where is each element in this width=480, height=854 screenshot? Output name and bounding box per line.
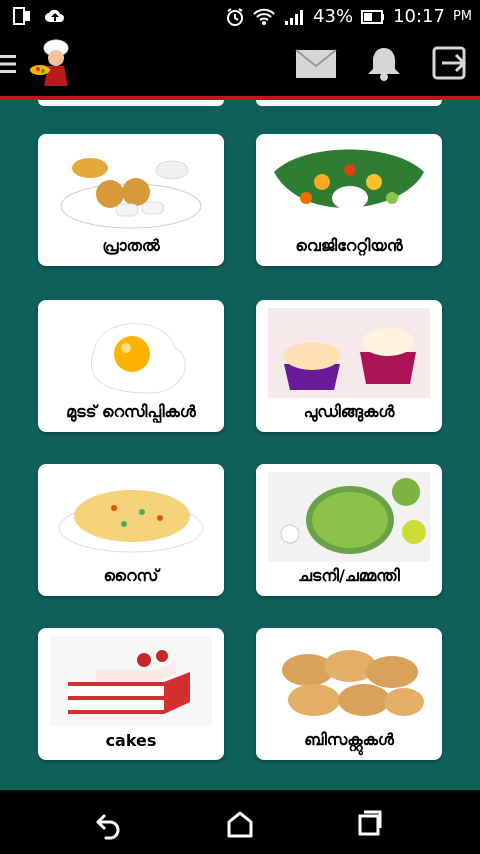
category-label: പ്രാതൽ xyxy=(102,236,160,255)
cookies-image xyxy=(282,650,424,716)
battery-percent: 43% xyxy=(313,6,354,27)
category-card-pudding[interactable]: പുഡിങ്ങുകൾ xyxy=(256,300,442,432)
category-label: മുടട് റെസിപ്പികൾ xyxy=(66,402,196,421)
hamburger-icon[interactable] xyxy=(0,52,16,76)
chef-logo xyxy=(30,39,69,86)
category-card-egg[interactable]: മുടട് റെസിപ്പികൾ xyxy=(38,300,224,432)
status-left-icons xyxy=(12,6,66,26)
category-card-breakfast[interactable]: പ്രാതൽ xyxy=(38,134,224,266)
wifi-icon xyxy=(253,8,275,25)
category-card-rice[interactable]: റൈസ് xyxy=(38,464,224,596)
category-card-chutney[interactable]: ചടനി/ചമ്മന്തി xyxy=(256,464,442,596)
category-label: cakes xyxy=(105,731,157,750)
layer-cake-image xyxy=(50,636,212,726)
battery-icon xyxy=(361,9,385,24)
signal-icon xyxy=(285,9,304,25)
screen-mirror-icon xyxy=(13,7,30,25)
status-bar: 43% 10:17 PM xyxy=(0,0,480,34)
android-nav-bar xyxy=(0,790,480,854)
category-label: ചടനി/ചമ്മന്തി xyxy=(298,566,400,585)
category-card-biscuits[interactable]: ബിസക്റ്റുകൾ xyxy=(256,628,442,760)
category-label: റൈസ് xyxy=(103,566,159,585)
pudding-dessert-image xyxy=(268,308,430,398)
recent-apps-icon[interactable] xyxy=(352,806,386,840)
home-icon[interactable] xyxy=(223,806,257,840)
status-ampm: PM xyxy=(452,9,472,24)
category-label: വെജിറേറ്റിയൻ xyxy=(295,236,403,255)
status-time: 10:17 xyxy=(393,6,445,27)
category-label: ബിസക്റ്റുകൾ xyxy=(304,730,394,749)
bell-icon[interactable] xyxy=(364,44,404,82)
category-card-cakes[interactable]: cakes xyxy=(38,628,224,760)
breakfast-food-image xyxy=(60,158,202,229)
previous-card-edge-right xyxy=(256,100,442,106)
alarm-icon xyxy=(227,7,244,26)
logout-icon[interactable] xyxy=(430,44,470,82)
back-icon[interactable] xyxy=(92,806,126,840)
category-label: പുഡിങ്ങുകൾ xyxy=(303,402,395,421)
rice-dish-image xyxy=(58,490,204,553)
previous-card-edge-left xyxy=(38,100,224,106)
status-right: 43% 10:17 PM xyxy=(225,6,472,27)
category-card-vegetarian[interactable]: വെജിറേറ്റിയൻ xyxy=(256,134,442,266)
vegetarian-meal-image xyxy=(274,149,424,210)
green-chutney-image xyxy=(268,472,430,562)
mail-icon[interactable] xyxy=(294,44,338,82)
top-app-bar xyxy=(0,34,480,100)
category-grid: പ്രാതൽ വെജിറേറ്റിയൻ മുടട് റെസിപ്പികൾ പുഡ… xyxy=(0,100,480,790)
cloud-upload-icon xyxy=(44,9,64,23)
fried-egg-image xyxy=(90,323,186,394)
top-actions xyxy=(294,44,470,82)
